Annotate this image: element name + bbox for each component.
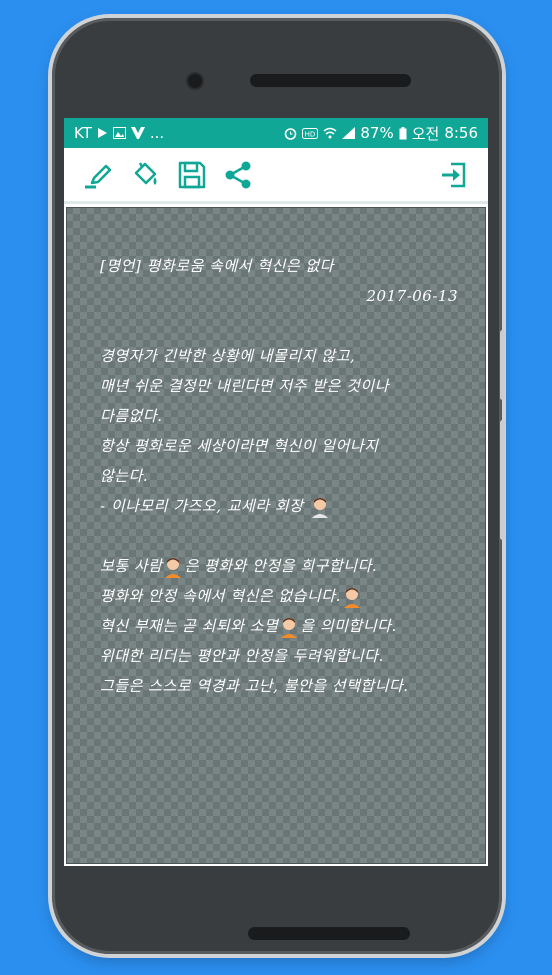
note-line: 경영자가 긴박한 상황에 내몰리지 않고, bbox=[100, 347, 356, 365]
note-fragment: 을 의미합니다. bbox=[300, 617, 397, 635]
note-line: 평화와 안정 속에서 혁신은 없습니다. bbox=[100, 581, 460, 611]
earpiece-speaker bbox=[250, 74, 411, 87]
person-emoji-icon bbox=[311, 498, 328, 518]
note-fragment: 보통 사람 bbox=[100, 557, 163, 575]
note-line: 다름없다. bbox=[100, 407, 163, 425]
note-line: 않는다. bbox=[100, 467, 149, 485]
exit-icon bbox=[442, 162, 466, 187]
volume-button bbox=[500, 330, 505, 400]
carrier-label: KT bbox=[74, 124, 92, 142]
note-line: 항상 평화로운 세상이라면 혁신이 일어나지 bbox=[100, 437, 379, 455]
note-line: - 이나모리 가즈오, 교세라 회장 bbox=[100, 491, 460, 521]
clock: 8:56 bbox=[444, 124, 478, 142]
ampm-label: 오전 bbox=[411, 124, 440, 143]
note-date: 2017-06-13 bbox=[366, 287, 458, 305]
note-fragment: 평화와 안정 속에서 혁신은 없습니다. bbox=[100, 587, 341, 605]
power-button bbox=[500, 420, 505, 540]
svg-text:HD: HD bbox=[305, 130, 316, 138]
note-line: 매년 쉬운 결정만 내린다면 저주 받은 것이나 bbox=[100, 377, 390, 395]
person-emoji-icon bbox=[165, 558, 182, 578]
note-fragment: 은 평화와 안정을 희구합니다. bbox=[184, 557, 378, 575]
paint-bucket-icon bbox=[134, 161, 157, 185]
person-emoji-icon bbox=[281, 618, 298, 638]
note-line: 그들은 스스로 역경과 고난, 불안을 선택합니다. bbox=[100, 677, 409, 695]
save-icon bbox=[178, 161, 206, 188]
app-screen: KT ... HD 87% 오전 8:56 [명언] 평화로움 속에서 혁신은 … bbox=[64, 118, 488, 866]
share-icon bbox=[225, 161, 251, 188]
note-title: [명언] 평화로움 속에서 혁신은 없다 bbox=[100, 257, 334, 275]
hd-icon: HD bbox=[302, 127, 319, 139]
notification-icon bbox=[130, 127, 145, 139]
battery-icon bbox=[399, 126, 407, 140]
paint-bucket-button[interactable] bbox=[126, 155, 166, 195]
front-camera bbox=[188, 74, 202, 88]
exit-button[interactable] bbox=[434, 155, 474, 195]
wifi-icon bbox=[323, 127, 337, 139]
quote-attribution: - 이나모리 가즈오, 교세라 회장 bbox=[100, 497, 304, 515]
person-emoji-icon bbox=[343, 588, 360, 608]
alarm-icon bbox=[284, 127, 297, 140]
bottom-speaker bbox=[248, 927, 410, 940]
play-store-icon bbox=[97, 127, 108, 139]
toolbar bbox=[64, 148, 488, 204]
status-bar: KT ... HD 87% 오전 8:56 bbox=[64, 118, 488, 148]
note-canvas[interactable]: [명언] 평화로움 속에서 혁신은 없다 2017-06-13 경영자가 긴박한… bbox=[66, 207, 486, 864]
pen-icon bbox=[85, 164, 112, 188]
battery-percent: 87% bbox=[360, 124, 394, 142]
share-button[interactable] bbox=[218, 155, 258, 195]
status-overflow: ... bbox=[149, 124, 165, 142]
note-line: 위대한 리더는 평안과 안정을 두려워합니다. bbox=[100, 647, 384, 665]
note-fragment: 혁신 부재는 곧 쇠퇴와 소멸 bbox=[100, 617, 279, 635]
image-icon bbox=[112, 127, 126, 139]
signal-icon bbox=[342, 127, 356, 139]
save-button[interactable] bbox=[172, 155, 212, 195]
note-text: [명언] 평화로움 속에서 혁신은 없다 2017-06-13 경영자가 긴박한… bbox=[100, 251, 460, 701]
note-line: 혁신 부재는 곧 쇠퇴와 소멸 을 의미합니다. bbox=[100, 611, 460, 641]
note-line: 보통 사람 은 평화와 안정을 희구합니다. bbox=[100, 551, 460, 581]
pen-button[interactable] bbox=[80, 155, 120, 195]
